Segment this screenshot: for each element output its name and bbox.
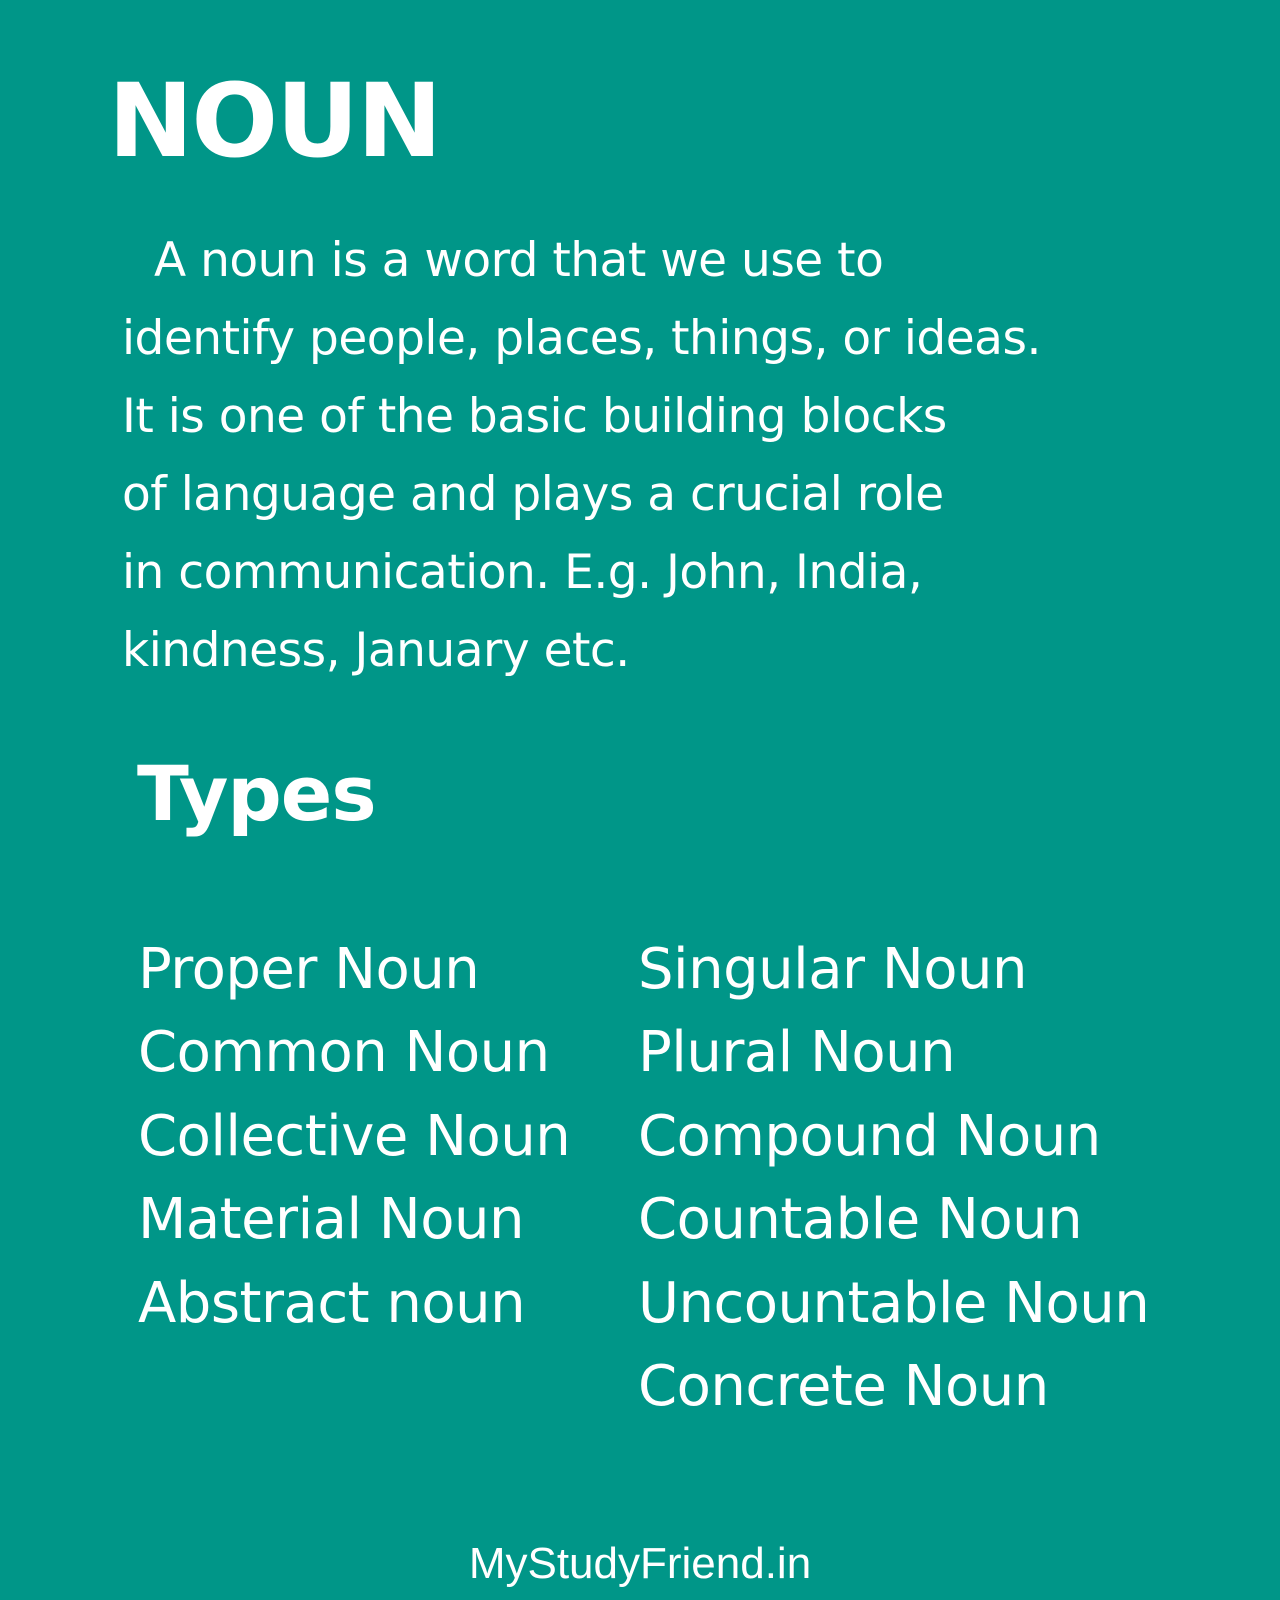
type-item: Uncountable Noun — [638, 1270, 1150, 1336]
definition-line: identify people, places, things, or idea… — [122, 311, 1041, 366]
types-list-right: Singular Noun Plural Noun Compound Noun … — [638, 928, 1150, 1428]
type-item: Abstract noun — [138, 1270, 526, 1336]
page-title: NOUN — [108, 62, 442, 181]
definition-line: A noun is a word that we use to — [154, 233, 884, 288]
type-item: Material Noun — [138, 1187, 524, 1253]
type-item: Common Noun — [138, 1020, 550, 1086]
types-heading: Types — [137, 749, 377, 838]
type-item: Collective Noun — [138, 1103, 571, 1169]
definition-paragraph: A noun is a word that we use to identify… — [122, 222, 1182, 690]
type-item: Compound Noun — [638, 1103, 1101, 1169]
definition-line: in communication. E.g. John, India, — [122, 545, 923, 600]
definition-line: of language and plays a crucial role — [122, 467, 944, 522]
footer-website-label: MyStudyFriend.in — [468, 1539, 812, 1588]
type-item: Singular Noun — [638, 937, 1027, 1002]
type-item: Plural Noun — [638, 1020, 956, 1086]
types-list-left: Proper Noun Common Noun Collective Noun … — [138, 928, 571, 1345]
type-item: Concrete Noun — [638, 1353, 1049, 1419]
definition-line: It is one of the basic building blocks — [122, 389, 947, 444]
definition-line: kindness, January etc. — [122, 623, 630, 678]
type-item: Countable Noun — [638, 1187, 1083, 1253]
type-item: Proper Noun — [138, 937, 480, 1002]
